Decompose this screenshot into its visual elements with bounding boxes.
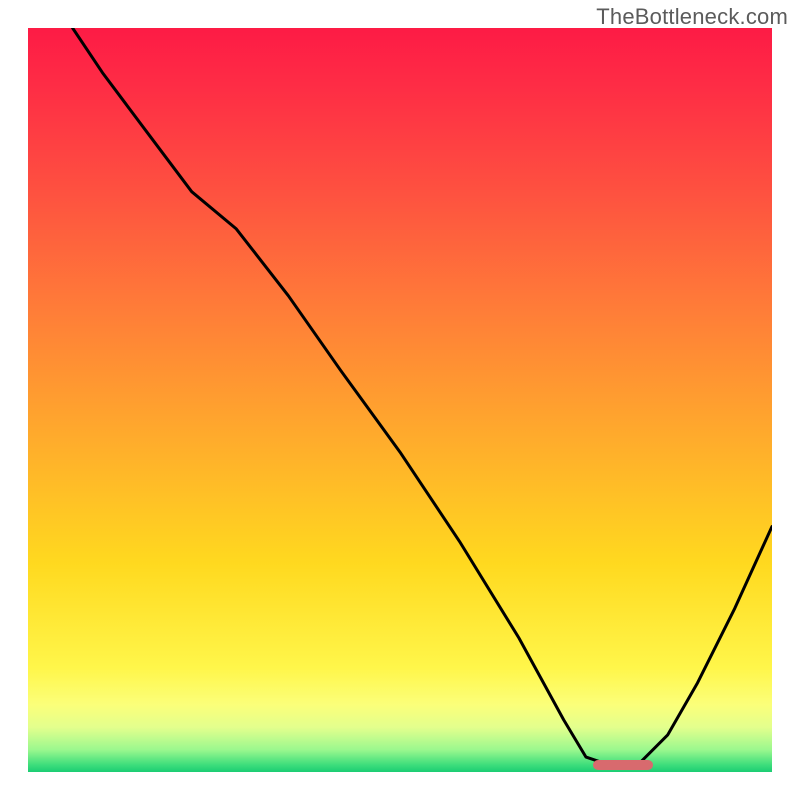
watermark-text: TheBottleneck.com xyxy=(596,4,788,30)
optimal-range-marker xyxy=(593,760,653,770)
bottleneck-curve xyxy=(28,28,772,772)
plot-frame xyxy=(28,28,772,772)
chart-container: TheBottleneck.com xyxy=(0,0,800,800)
